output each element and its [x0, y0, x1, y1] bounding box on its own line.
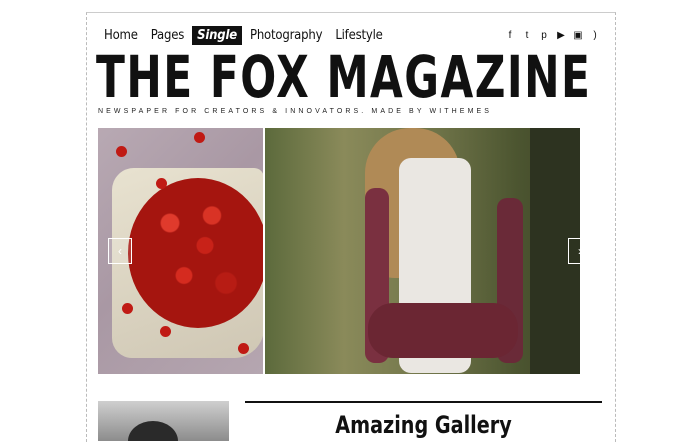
rss-icon[interactable]: ) [589, 29, 601, 41]
cherry [156, 178, 167, 189]
pinterest-icon[interactable]: p [538, 29, 550, 41]
social-links: f t p ▶ ▣ ) [504, 29, 601, 41]
cherry [238, 343, 249, 354]
nav-item-pages[interactable]: Pages [146, 26, 189, 45]
post-thumbnail[interactable] [98, 401, 229, 441]
nav-item-single[interactable]: Single [192, 25, 242, 45]
nav-item-lifestyle[interactable]: Lifestyle [330, 26, 387, 45]
tied-cardigan [368, 303, 518, 358]
cherry [194, 132, 205, 143]
cherry [122, 303, 133, 314]
site-tagline: NEWSPAPER FOR CREATORS & INNOVATORS. MAD… [98, 108, 493, 115]
cherry [160, 326, 171, 337]
main-nav: Home Pages Single Photography Lifestyle [104, 25, 391, 45]
cherry [116, 146, 127, 157]
nav-item-home[interactable]: Home [104, 26, 143, 45]
site-title[interactable]: THE FOX MAGAZINE [96, 44, 590, 110]
nav-item-photography[interactable]: Photography [245, 26, 327, 45]
cherry-bowl [128, 178, 263, 328]
slider-next-button[interactable]: › [568, 238, 592, 264]
slide-woman-forest[interactable] [265, 128, 580, 374]
twitter-icon[interactable]: t [521, 29, 533, 41]
youtube-icon[interactable]: ▶ [555, 29, 567, 41]
instagram-icon[interactable]: ▣ [572, 29, 584, 41]
slider-prev-button[interactable]: ‹ [108, 238, 132, 264]
portrait-hair [128, 421, 178, 441]
facebook-icon[interactable]: f [504, 29, 516, 41]
post-title[interactable]: Amazing Gallery [281, 410, 567, 440]
post-title-rule [245, 401, 602, 403]
